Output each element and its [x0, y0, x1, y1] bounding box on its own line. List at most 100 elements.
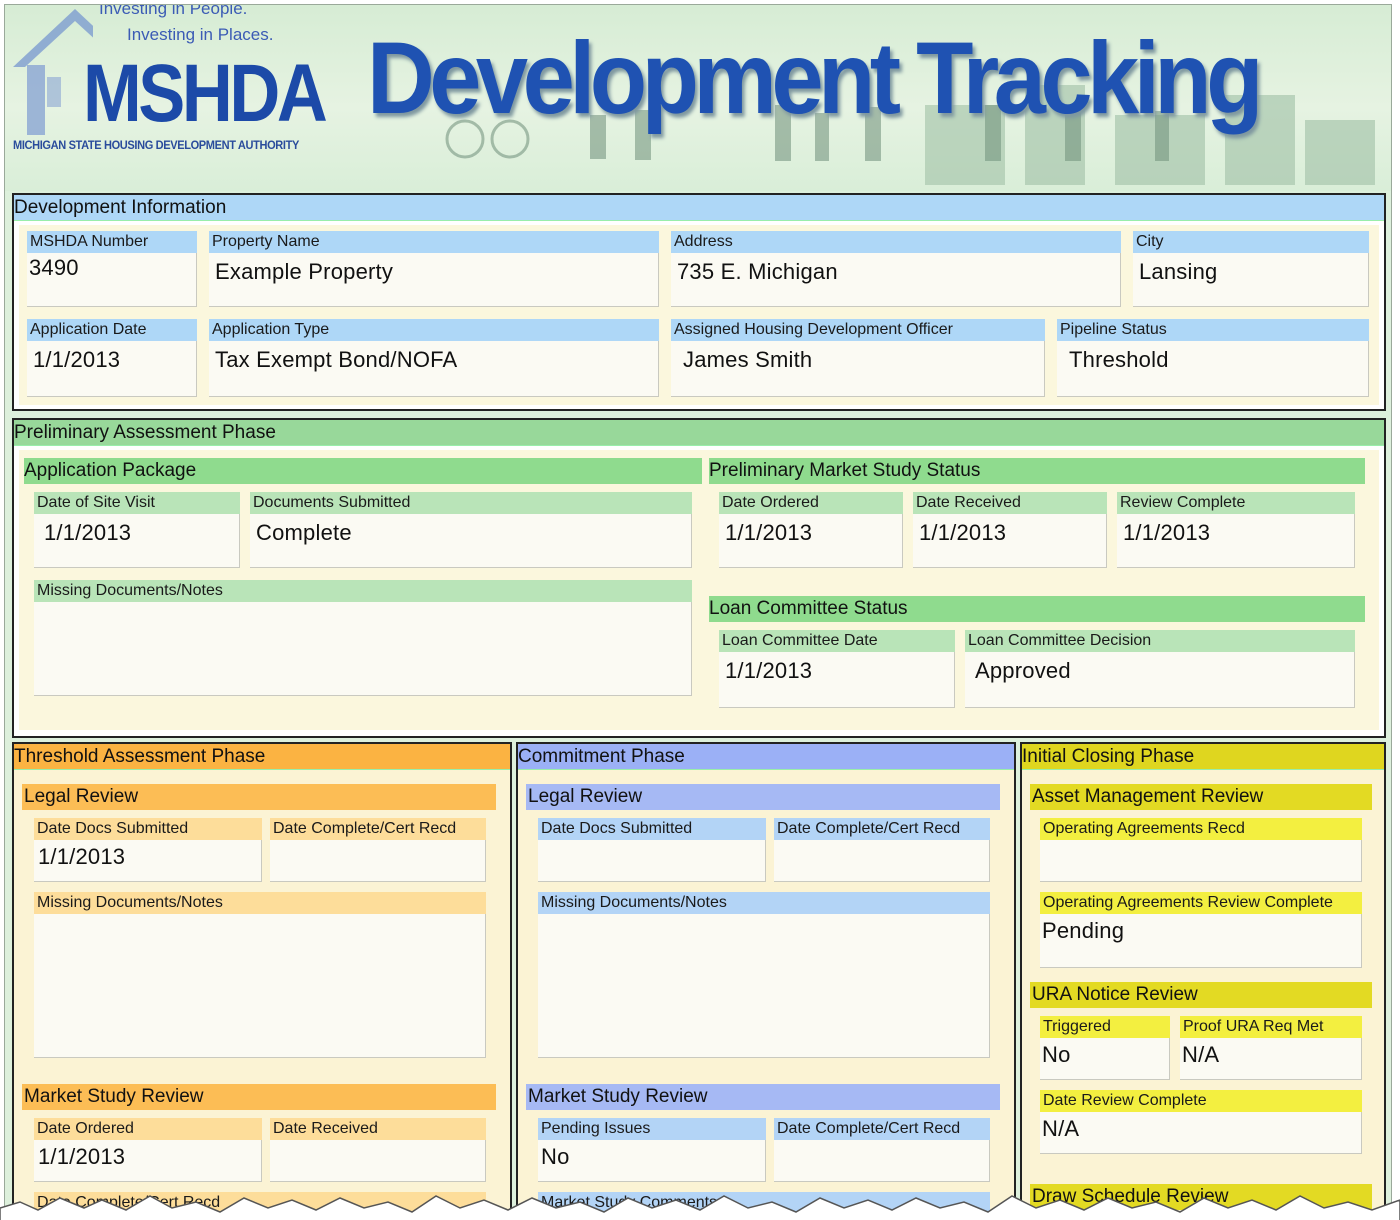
threshold-docs-submitted-field[interactable]: Date Docs Submitted 1/1/2013 — [34, 818, 262, 882]
subsection-title: Loan Committee Status — [709, 596, 1365, 622]
field-label: Date Docs Submitted — [538, 818, 766, 840]
documents-submitted-field[interactable]: Documents Submitted Complete — [250, 492, 692, 568]
field-value: Threshold — [1069, 347, 1169, 372]
field-label: Application Type — [209, 319, 659, 341]
asset-management-review-group: Asset Management Review Operating Agreem… — [1030, 784, 1372, 980]
header-banner: Investing in People. Investing in Places… — [5, 5, 1391, 191]
field-value: Pending — [1042, 918, 1125, 943]
commitment-market-complete-field[interactable]: Date Complete/Cert Recd — [774, 1118, 990, 1182]
field-label: Triggered — [1040, 1016, 1170, 1038]
field-value: Example Property — [215, 259, 394, 284]
field-label: Date Complete/Cert Recd — [774, 818, 990, 840]
ura-triggered-field[interactable]: Triggered No — [1040, 1016, 1170, 1080]
application-package-group: Application Package Date of Site Visit 1… — [24, 458, 702, 726]
field-value: No — [1042, 1042, 1071, 1067]
field-label: Date Ordered — [719, 492, 903, 514]
tagline-places: Investing in Places. — [127, 25, 274, 44]
commitment-legal-review-group: Legal Review Date Docs Submitted Date Co… — [526, 784, 1000, 1064]
field-value: Complete — [256, 520, 352, 545]
section-title: Development Information — [14, 195, 1384, 221]
field-value: 1/1/2013 — [1123, 520, 1211, 545]
city-field[interactable]: City Lansing — [1133, 231, 1369, 307]
subsection-title: Asset Management Review — [1030, 784, 1372, 810]
operating-agreements-review-field[interactable]: Operating Agreements Review Complete Pen… — [1040, 892, 1362, 968]
field-value: 1/1/2013 — [38, 1144, 126, 1169]
field-label: Date Ordered — [34, 1118, 262, 1140]
mshda-logo-subtitle: MICHIGAN STATE HOUSING DEVELOPMENT AUTHO… — [13, 138, 299, 152]
field-value: 1/1/2013 — [44, 520, 132, 545]
subsection-title: Legal Review — [22, 784, 496, 810]
field-label: Date Review Complete — [1040, 1090, 1362, 1112]
section-title: Preliminary Assessment Phase — [14, 420, 1384, 446]
field-value: 735 E. Michigan — [677, 259, 838, 284]
field-label: Operating Agreements Recd — [1040, 818, 1362, 840]
proof-ura-req-met-field[interactable]: Proof URA Req Met N/A — [1180, 1016, 1362, 1080]
application-date-field[interactable]: Application Date 1/1/2013 — [27, 319, 197, 397]
subsection-title: Market Study Review — [22, 1084, 496, 1110]
field-label: Property Name — [209, 231, 659, 253]
initial-closing-section: Initial Closing Phase Asset Management R… — [1020, 742, 1386, 1215]
threshold-missing-notes-field[interactable]: Missing Documents/Notes — [34, 892, 486, 1058]
section-title: Initial Closing Phase — [1022, 744, 1384, 770]
threshold-date-received-field[interactable]: Date Received — [270, 1118, 486, 1182]
field-label: Missing Documents/Notes — [34, 892, 486, 914]
site-visit-date-field[interactable]: Date of Site Visit 1/1/2013 — [34, 492, 240, 568]
commitment-complete-cert-field[interactable]: Date Complete/Cert Recd — [774, 818, 990, 882]
subsection-title: Preliminary Market Study Status — [709, 458, 1365, 484]
operating-agreements-recd-field[interactable]: Operating Agreements Recd — [1040, 818, 1362, 882]
field-value: No — [541, 1144, 570, 1169]
subsection-title: Legal Review — [526, 784, 1000, 810]
torn-edge-decoration — [0, 1195, 1400, 1220]
missing-documents-notes-field[interactable]: Missing Documents/Notes — [34, 580, 692, 696]
field-value: 1/1/2013 — [38, 844, 126, 869]
threshold-date-ordered-field[interactable]: Date Ordered 1/1/2013 — [34, 1118, 262, 1182]
field-value: 1/1/2013 — [725, 520, 813, 545]
field-value: Approved — [975, 658, 1071, 683]
development-information-section: Development Information MSHDA Number 349… — [12, 193, 1386, 411]
pipeline-status-field[interactable]: Pipeline Status Threshold — [1057, 319, 1369, 397]
field-label: Address — [671, 231, 1121, 253]
field-label: Date Received — [270, 1118, 486, 1140]
field-label: Date Received — [913, 492, 1107, 514]
market-study-date-ordered-field[interactable]: Date Ordered 1/1/2013 — [719, 492, 903, 568]
address-field[interactable]: Address 735 E. Michigan — [671, 231, 1121, 307]
ura-notice-review-group: URA Notice Review Triggered No Proof URA… — [1030, 982, 1372, 1182]
field-value: Lansing — [1139, 259, 1218, 284]
field-label: Loan Committee Decision — [965, 630, 1355, 652]
field-value: 3490 — [29, 255, 79, 280]
field-label: Pipeline Status — [1057, 319, 1369, 341]
field-value: N/A — [1182, 1042, 1220, 1067]
loan-committee-date-field[interactable]: Loan Committee Date 1/1/2013 — [719, 630, 955, 708]
loan-committee-decision-field[interactable]: Loan Committee Decision Approved — [965, 630, 1355, 708]
threshold-assessment-section: Threshold Assessment Phase Legal Review … — [12, 742, 512, 1215]
subsection-title: URA Notice Review — [1030, 982, 1372, 1008]
market-study-review-complete-field[interactable]: Review Complete 1/1/2013 — [1117, 492, 1355, 568]
development-information-body: MSHDA Number 3490 Property Name Example … — [19, 225, 1379, 405]
ura-date-review-complete-field[interactable]: Date Review Complete N/A — [1040, 1090, 1362, 1154]
subsection-title: Market Study Review — [526, 1084, 1000, 1110]
subsection-title: Application Package — [24, 458, 702, 484]
housing-officer-field[interactable]: Assigned Housing Development Officer Jam… — [671, 319, 1045, 397]
pending-issues-field[interactable]: Pending Issues No — [538, 1118, 766, 1182]
mshda-number-field[interactable]: MSHDA Number 3490 — [27, 231, 197, 307]
commitment-missing-notes-field[interactable]: Missing Documents/Notes — [538, 892, 990, 1058]
section-title: Commitment Phase — [518, 744, 1014, 770]
commitment-phase-section: Commitment Phase Legal Review Date Docs … — [516, 742, 1016, 1215]
field-label: Date Complete/Cert Recd — [270, 818, 486, 840]
field-value: James Smith — [683, 347, 813, 372]
house-logo-icon — [13, 9, 93, 135]
field-label: Missing Documents/Notes — [34, 580, 692, 602]
field-label: Loan Committee Date — [719, 630, 955, 652]
field-value: Tax Exempt Bond/NOFA — [215, 347, 458, 372]
threshold-complete-cert-field[interactable]: Date Complete/Cert Recd — [270, 818, 486, 882]
property-name-field[interactable]: Property Name Example Property — [209, 231, 659, 307]
application-type-field[interactable]: Application Type Tax Exempt Bond/NOFA — [209, 319, 659, 397]
threshold-legal-review-group: Legal Review Date Docs Submitted 1/1/201… — [22, 784, 496, 1064]
field-label: Operating Agreements Review Complete — [1040, 892, 1362, 914]
preliminary-body: Application Package Date of Site Visit 1… — [19, 450, 1379, 730]
tagline-people: Investing in People. — [99, 5, 248, 18]
field-value: 1/1/2013 — [919, 520, 1007, 545]
field-value: 1/1/2013 — [33, 347, 121, 372]
commitment-docs-submitted-field[interactable]: Date Docs Submitted — [538, 818, 766, 882]
market-study-date-received-field[interactable]: Date Received 1/1/2013 — [913, 492, 1107, 568]
